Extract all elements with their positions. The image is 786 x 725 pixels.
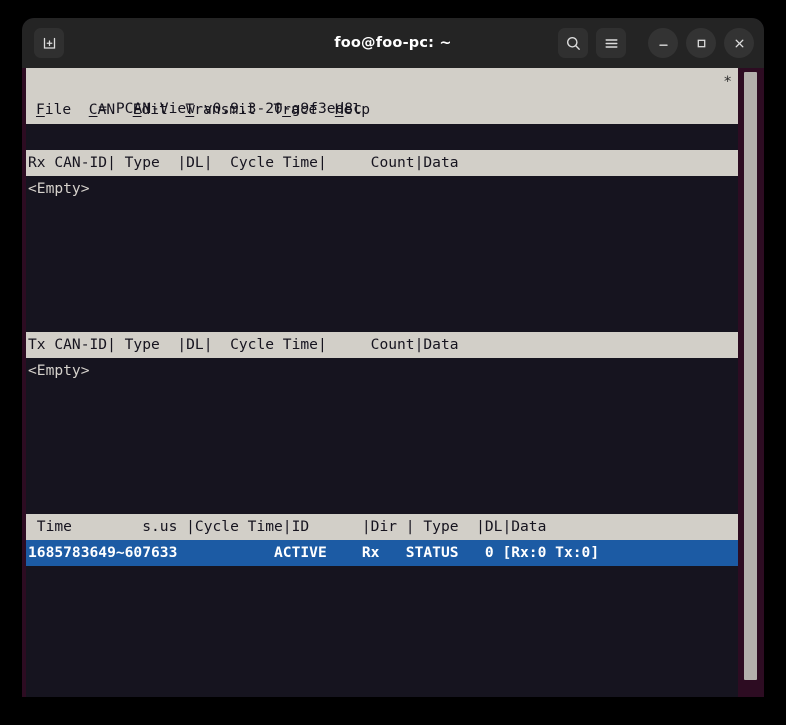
window-titlebar: foo@foo-pc: ~ bbox=[22, 18, 764, 68]
hamburger-menu-icon[interactable] bbox=[596, 28, 626, 58]
app-header-bar: = PCAN-View v0.9.3-20-g9f3ed8c * bbox=[26, 68, 738, 117]
tx-table-filler-2 bbox=[26, 410, 738, 436]
tx-table-filler-4 bbox=[26, 462, 738, 488]
app-title: = PCAN-View v0.9.3-20-g9f3ed8c bbox=[98, 100, 362, 117]
rx-table-header: Rx CAN-ID| Type |DL| Cycle Time| Count|D… bbox=[26, 150, 738, 176]
minimize-icon[interactable] bbox=[648, 28, 678, 58]
trace-filler-2 bbox=[26, 592, 738, 618]
terminal-scrollbar[interactable] bbox=[738, 68, 764, 697]
tx-table-filler-3 bbox=[26, 436, 738, 462]
trace-filler-6 bbox=[26, 696, 738, 697]
rx-table-filler-3 bbox=[26, 254, 738, 280]
trace-table-row-selected[interactable]: 1685783649~607633 ACTIVE Rx STATUS 0 [Rx… bbox=[26, 540, 738, 566]
tx-table-header: Tx CAN-ID| Type |DL| Cycle Time| Count|D… bbox=[26, 332, 738, 358]
terminal-window: foo@foo-pc: ~ = PCAN-View v0.9.3-20-g9f3… bbox=[22, 18, 764, 697]
trace-table-header: Time s.us |Cycle Time|ID |Dir | Type |DL… bbox=[26, 514, 738, 540]
rx-table-filler-4 bbox=[26, 280, 738, 306]
search-icon[interactable] bbox=[558, 28, 588, 58]
tx-table-empty: <Empty> bbox=[26, 358, 738, 384]
maximize-icon[interactable] bbox=[686, 28, 716, 58]
trace-filler-3 bbox=[26, 618, 738, 644]
trace-filler-5 bbox=[26, 670, 738, 696]
close-icon[interactable] bbox=[724, 28, 754, 58]
trace-filler-4 bbox=[26, 644, 738, 670]
tx-table-filler-5 bbox=[26, 488, 738, 514]
titlebar-controls bbox=[558, 28, 754, 58]
app-modified-marker: * bbox=[723, 73, 732, 90]
scrollbar-thumb[interactable] bbox=[744, 72, 757, 680]
trace-filler-1 bbox=[26, 566, 738, 592]
tx-table-filler-1 bbox=[26, 384, 738, 410]
pcan-view-app: = PCAN-View v0.9.3-20-g9f3ed8c * File CA… bbox=[26, 68, 738, 697]
rx-table-filler-5 bbox=[26, 306, 738, 332]
rx-table-empty: <Empty> bbox=[26, 176, 738, 202]
gap-above-rx bbox=[26, 124, 738, 150]
new-tab-icon[interactable] bbox=[34, 28, 64, 58]
rx-table-filler-2 bbox=[26, 228, 738, 254]
terminal-content[interactable]: = PCAN-View v0.9.3-20-g9f3ed8c * File CA… bbox=[22, 68, 764, 697]
rx-table-filler-1 bbox=[26, 202, 738, 228]
